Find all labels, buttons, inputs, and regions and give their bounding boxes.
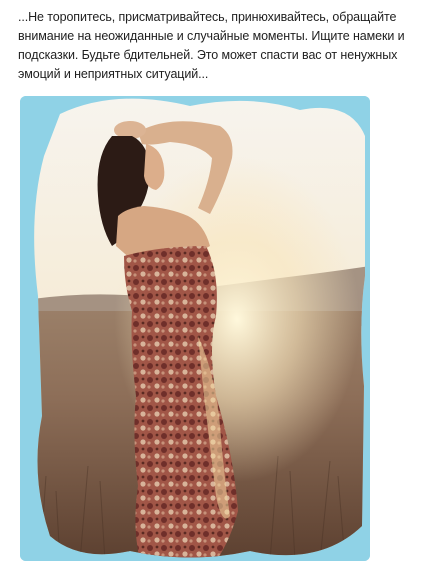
post-photo[interactable]: [20, 96, 370, 561]
post-text: ...Не торопитесь, присматривайтесь, прин…: [18, 10, 405, 81]
post-card: ...Не торопитесь, присматривайтесь, прин…: [0, 0, 438, 564]
photo-woman-in-field-icon: [20, 96, 370, 561]
